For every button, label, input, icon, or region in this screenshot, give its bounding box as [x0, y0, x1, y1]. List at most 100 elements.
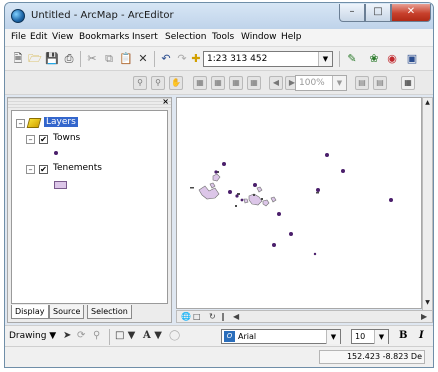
zoom-to-selected-icon[interactable]: ⚲: [93, 330, 100, 341]
minimize-button[interactable]: –: [339, 4, 365, 22]
zoom-100-icon[interactable]: ▦: [211, 76, 225, 90]
maximize-button[interactable]: □: [365, 4, 391, 22]
town-point: [341, 169, 345, 173]
town-point: [313, 252, 317, 256]
polygon-symbol-icon[interactable]: [54, 181, 67, 189]
menu-window[interactable]: Window: [241, 32, 277, 42]
scroll-right-icon[interactable]: ▶: [421, 312, 427, 321]
menu-bookmarks[interactable]: Bookmarks: [79, 32, 129, 42]
data-view-icon[interactable]: 🌐: [181, 312, 191, 321]
drawing-toolbar: Drawing ▼ ➤ ⟳ ⚲ □ ▼ A ▼ ◯ O Arial ▼ 10 ▼…: [5, 325, 433, 347]
close-icon[interactable]: ×: [162, 97, 169, 106]
tenement-polygon: [256, 186, 263, 193]
opentype-font-icon: O: [224, 331, 235, 342]
tab-selection[interactable]: Selection: [87, 305, 132, 319]
pan-layout-icon[interactable]: ✋: [169, 76, 183, 90]
focus-data-frame-icon[interactable]: ▤: [373, 76, 387, 90]
chevron-down-icon[interactable]: ▼: [332, 76, 346, 90]
tenements-visibility-checkbox[interactable]: ✔: [39, 165, 48, 174]
collapse-layers-icon[interactable]: –: [16, 119, 25, 128]
tab-source[interactable]: Source: [49, 305, 85, 319]
text-tool-icon[interactable]: A ▼: [143, 330, 162, 341]
arcmap-globe-icon: [11, 9, 25, 23]
save-icon[interactable]: 💾: [45, 52, 59, 66]
chevron-down-icon[interactable]: ▼: [318, 52, 332, 66]
arccatalog-icon[interactable]: ❀: [367, 52, 381, 66]
layer-name-towns[interactable]: Towns: [53, 133, 80, 143]
scroll-down-icon[interactable]: ▼: [423, 298, 432, 308]
town-point: [240, 198, 244, 202]
drawing-menu[interactable]: Drawing ▼: [9, 331, 56, 341]
command-line-icon[interactable]: ▣: [405, 52, 419, 66]
font-name-select[interactable]: O Arial ▼: [221, 329, 341, 344]
menu-selection[interactable]: Selection: [165, 32, 206, 42]
toc-tree: – Layers – ✔ Towns – ✔ Tenements: [11, 110, 168, 304]
menu-view[interactable]: View: [52, 32, 73, 42]
open-folder-icon[interactable]: 🗁: [28, 52, 42, 66]
font-name-value: Arial: [238, 332, 257, 341]
town-point: [214, 170, 218, 174]
toggle-draft-mode-icon[interactable]: ▤: [355, 76, 369, 90]
rectangle-tool-icon[interactable]: □ ▼: [115, 330, 135, 341]
paste-icon[interactable]: 📋: [119, 52, 133, 66]
zoom-in-layout-icon[interactable]: ⚲: [133, 76, 147, 90]
town-point: [253, 183, 257, 187]
select-elements-icon[interactable]: ➤: [63, 330, 71, 341]
chevron-down-icon[interactable]: ▼: [374, 330, 388, 344]
new-document-icon[interactable]: 🗎: [11, 52, 25, 66]
collapse-tenements-icon[interactable]: –: [26, 165, 35, 174]
italic-button[interactable]: I: [419, 330, 424, 341]
layout-view-icon[interactable]: □: [193, 312, 201, 321]
data-frame-label[interactable]: Layers: [44, 117, 78, 127]
fixed-zoom-out-icon[interactable]: ▦: [247, 76, 261, 90]
zoom-out-layout-icon[interactable]: ⚲: [151, 76, 165, 90]
edit-vertices-icon[interactable]: ◯: [169, 330, 180, 341]
table-of-contents-panel: × – Layers – ✔ Towns – ✔ Tenements Displ…: [7, 97, 172, 323]
town-point: [277, 212, 281, 216]
refresh-icon[interactable]: ↻: [209, 312, 216, 321]
menu-file[interactable]: File: [11, 32, 26, 42]
collapse-towns-icon[interactable]: –: [26, 135, 35, 144]
town-features: [214, 153, 393, 256]
chevron-down-icon[interactable]: ▼: [326, 330, 340, 344]
scroll-up-icon[interactable]: ▲: [423, 98, 432, 108]
vertical-scrollbar[interactable]: ▲ ▼: [422, 97, 433, 311]
fixed-zoom-in-icon[interactable]: ▦: [229, 76, 243, 90]
standard-toolbar: 🗎 🗁 💾 ⎙ ✂ ⧉ 📋 ✕ ↶ ↷ ✚ 1:23 313 452 ▼ ✎ ❀…: [5, 47, 433, 71]
add-data-icon[interactable]: ✚: [189, 52, 203, 66]
title-bar: Untitled - ArcMap - ArcEditor – □ ✕: [5, 3, 433, 29]
close-button[interactable]: ✕: [391, 4, 431, 22]
toc-grip[interactable]: ×: [8, 97, 171, 108]
map-canvas[interactable]: [177, 98, 421, 308]
undo-icon[interactable]: ↶: [159, 52, 173, 66]
zoom-percent-input[interactable]: 100% ▼: [295, 75, 347, 91]
back-extent-icon[interactable]: ◀: [269, 76, 283, 90]
arctoolbox-icon[interactable]: ◉: [385, 52, 399, 66]
editor-toolbar-icon[interactable]: ✎: [345, 52, 359, 66]
layout-toolbar: ⚲ ⚲ ✋ ▦ ▦ ▦ ▦ ◀ ▶ 100% ▼ ▤ ▤ ▦: [5, 71, 433, 95]
map-scale-input[interactable]: 1:23 313 452 ▼: [203, 51, 333, 67]
copy-icon[interactable]: ⧉: [102, 52, 116, 66]
menu-help[interactable]: Help: [281, 32, 302, 42]
scroll-left-icon[interactable]: ◀: [233, 312, 239, 321]
town-point: [316, 188, 320, 192]
rotate-icon[interactable]: ⟳: [77, 330, 85, 341]
menu-insert[interactable]: Insert: [132, 32, 158, 42]
menu-edit[interactable]: Edit: [30, 32, 47, 42]
font-size-select[interactable]: 10 ▼: [351, 329, 389, 344]
zoom-whole-page-icon[interactable]: ▦: [193, 76, 207, 90]
delete-icon[interactable]: ✕: [136, 52, 150, 66]
menu-bar: File Edit View Bookmarks Insert Selectio…: [5, 29, 433, 47]
pause-drawing-icon[interactable]: ‖: [221, 312, 225, 321]
menu-tools[interactable]: Tools: [212, 32, 234, 42]
cut-icon[interactable]: ✂: [85, 52, 99, 66]
print-icon[interactable]: ⎙: [62, 52, 76, 66]
redo-icon[interactable]: ↷: [175, 52, 189, 66]
layer-name-tenements[interactable]: Tenements: [53, 163, 102, 173]
tab-display[interactable]: Display: [11, 305, 49, 319]
map-view[interactable]: [176, 97, 422, 309]
change-layout-icon[interactable]: ▦: [401, 76, 415, 90]
towns-visibility-checkbox[interactable]: ✔: [39, 135, 48, 144]
point-symbol-icon[interactable]: [54, 151, 58, 155]
bold-button[interactable]: B: [399, 330, 407, 341]
